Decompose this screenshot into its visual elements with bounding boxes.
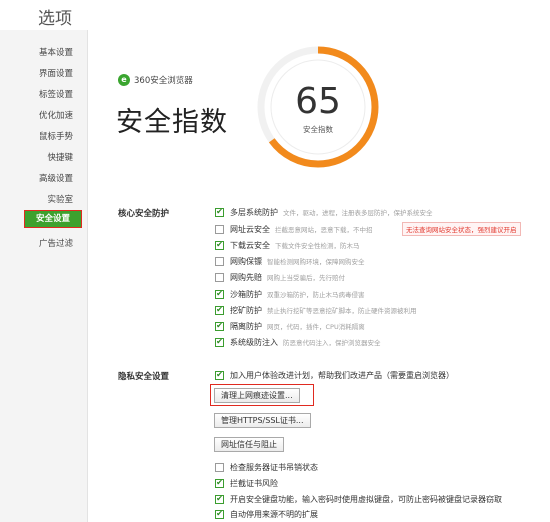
privacy-security-heading: 隐私安全设置: [118, 372, 170, 382]
checkbox[interactable]: [215, 224, 224, 234]
option-label: 开启安全键盘功能，输入密码时使用虚拟键盘，可防止密码被键盘记录器窃取: [230, 494, 502, 504]
option-shopping-compensation[interactable]: 网购先赔 网购上当受骗后，先行赔付: [215, 271, 345, 283]
checkbox[interactable]: ✔: [215, 289, 224, 299]
option-download-cloud-security[interactable]: ✔ 下载云安全 下载文件安全性检测，防木马: [215, 239, 360, 251]
option-description: 智能检测网购环境，保障网购安全: [267, 258, 365, 266]
option-label: 检查服务器证书吊销状态: [230, 462, 318, 472]
option-description: 网购上当受骗后，先行赔付: [267, 274, 345, 282]
sidebar-item-mouse-gestures[interactable]: 鼠标手势: [39, 130, 73, 142]
sidebar-item-security[interactable]: 安全设置: [24, 210, 82, 228]
option-isolation-protection[interactable]: ✔ 隔离防护 网页，代码，插件，CPU消耗隔离: [215, 320, 365, 332]
option-mining-protection[interactable]: ✔ 挖矿防护 禁止执行挖矿等恶意挖矿脚本，防止硬件资源被利用: [215, 304, 417, 316]
option-url-cloud-security[interactable]: 网址云安全 拦截恶意网站，恶意下载，不中招: [215, 223, 373, 235]
option-label: 多层系统防护: [230, 207, 278, 217]
checkbox[interactable]: ✔: [215, 478, 224, 488]
option-user-experience-program[interactable]: ✔ 加入用户体验改进计划，帮助我们改进产品（需要重启浏览器）: [215, 369, 459, 381]
option-description: 文件，驱动，进程，注册表多层防护，保护系统安全: [283, 209, 433, 217]
option-description: 防恶意代码注入，保护浏览器安全: [283, 339, 381, 347]
option-label: 网址云安全: [230, 224, 270, 234]
browser-logo-icon: e: [118, 74, 130, 86]
option-check-cert-revocation[interactable]: 检查服务器证书吊销状态: [215, 461, 323, 473]
option-description: 禁止执行挖矿等恶意挖矿脚本，防止硬件资源被利用: [267, 307, 417, 315]
sidebar-item-interface[interactable]: 界面设置: [39, 67, 73, 79]
sidebar-item-ad-filter[interactable]: 广告过滤: [39, 237, 73, 249]
option-label: 沙箱防护: [230, 289, 262, 299]
option-label: 自动停用来源不明的扩展: [230, 509, 318, 519]
option-description: 下载文件安全性检测，防木马: [275, 242, 360, 250]
checkbox[interactable]: [215, 256, 224, 266]
option-label: 加入用户体验改进计划，帮助我们改进产品（需要重启浏览器）: [230, 370, 454, 380]
option-label: 下载云安全: [230, 240, 270, 250]
sidebar-item-tabs[interactable]: 标签设置: [39, 88, 73, 100]
sidebar-item-shortcuts[interactable]: 快捷键: [47, 151, 73, 163]
checkbox[interactable]: ✔: [215, 305, 224, 315]
checkbox[interactable]: ✔: [215, 509, 224, 519]
option-description: 双重沙箱防护，防止木马病毒侵害: [267, 291, 365, 299]
security-score: 65: [295, 81, 341, 122]
option-block-cert-risk[interactable]: ✔ 拦截证书风险: [215, 477, 283, 489]
option-sandbox-protection[interactable]: ✔ 沙箱防护 双重沙箱防护，防止木马病毒侵害: [215, 288, 365, 300]
checkbox[interactable]: ✔: [215, 494, 224, 504]
page-title: 选项: [38, 9, 72, 29]
checkbox[interactable]: ✔: [215, 337, 224, 347]
option-description: 网页，代码，插件，CPU消耗隔离: [267, 323, 365, 331]
option-label: 挖矿防护: [230, 305, 262, 315]
checkbox[interactable]: ✔: [215, 240, 224, 250]
warning-badge: 无法查询网站安全状态，强烈建议开启: [402, 222, 521, 236]
sidebar-item-basic[interactable]: 基本设置: [39, 46, 73, 58]
highlight-box: [210, 384, 314, 406]
checkbox[interactable]: ✔: [215, 321, 224, 331]
sidebar-item-advanced[interactable]: 高级设置: [39, 172, 73, 184]
checkbox[interactable]: ✔: [215, 207, 224, 217]
checkbox[interactable]: [215, 272, 224, 282]
sidebar-item-optimize[interactable]: 优化加速: [39, 109, 73, 121]
option-disable-unknown-extensions[interactable]: ✔ 自动停用来源不明的扩展: [215, 508, 323, 520]
brand: e 360安全浏览器: [118, 74, 193, 86]
manage-certificates-button[interactable]: 管理HTTPS/SSL证书...: [214, 413, 311, 428]
option-description: 拦截恶意网站，恶意下载，不中招: [275, 226, 373, 234]
checkbox[interactable]: [215, 462, 224, 472]
option-label: 网购保镖: [230, 256, 262, 266]
option-anti-injection[interactable]: ✔ 系统级防注入 防恶意代码注入，保护浏览器安全: [215, 336, 381, 348]
security-index-title: 安全指数: [116, 107, 228, 138]
option-multilayer-protection[interactable]: ✔ 多层系统防护 文件，驱动，进程，注册表多层防护，保护系统安全: [215, 206, 433, 218]
brand-name: 360安全浏览器: [134, 76, 193, 86]
option-label: 拦截证书风险: [230, 478, 278, 488]
core-protection-heading: 核心安全防护: [118, 209, 170, 219]
sidebar-item-lab[interactable]: 实验室: [47, 193, 73, 205]
option-shopping-guard[interactable]: 网购保镖 智能检测网购环境，保障网购安全: [215, 255, 365, 267]
url-trust-block-button[interactable]: 网址信任与阻止: [214, 437, 284, 452]
option-label: 隔离防护: [230, 321, 262, 331]
sidebar: 基本设置 界面设置 标签设置 优化加速 鼠标手势 快捷键 高级设置 实验室 安全…: [0, 30, 88, 522]
option-secure-keyboard[interactable]: ✔ 开启安全键盘功能，输入密码时使用虚拟键盘，可防止密码被键盘记录器窃取: [215, 493, 507, 505]
title-bar: 选项: [0, 0, 550, 30]
checkbox[interactable]: ✔: [215, 370, 224, 380]
security-score-label: 安全指数: [303, 125, 333, 134]
option-label: 网购先赔: [230, 272, 262, 282]
option-label: 系统级防注入: [230, 337, 278, 347]
